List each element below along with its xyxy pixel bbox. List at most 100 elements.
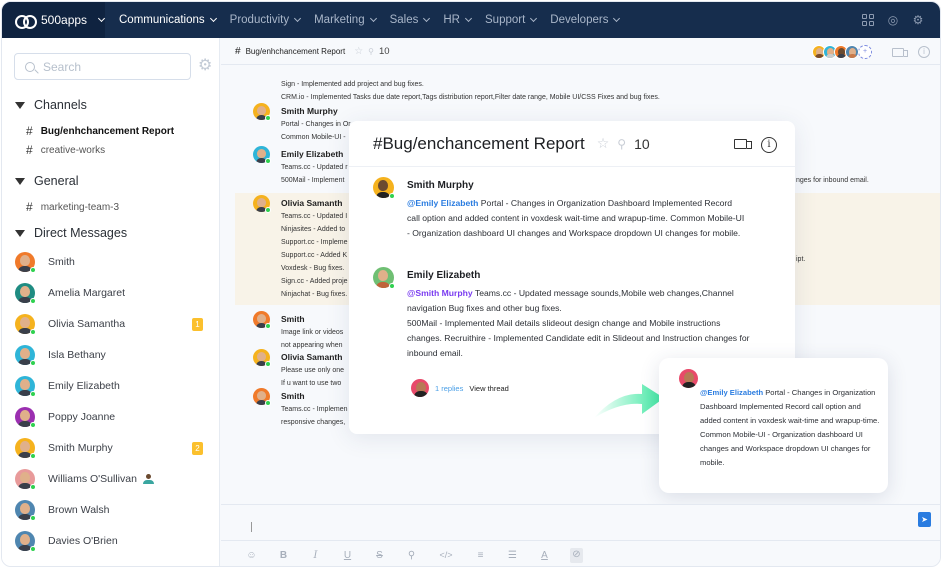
info-icon[interactable]: i [918,46,930,58]
channel-creative-works[interactable]: # creative-works [26,143,105,157]
avatar [15,500,36,521]
sender-name: Emily Elizabeth [407,270,481,281]
dm-item[interactable]: Amelia Margaret [15,282,207,304]
dm-item[interactable]: Davies O'Brien [15,530,207,552]
settings-icon[interactable]: ⚙ [912,14,924,26]
online-indicator [30,453,36,459]
chevron-down-icon [98,14,106,22]
avatar [253,103,271,121]
search-placeholder: Search [43,59,82,74]
message-body: 500Mail - Implemented Mail details slide… [407,318,750,358]
section-title: Direct Messages [34,226,128,240]
avatar [15,376,36,397]
channel-bug-enhancement-report[interactable]: # Bug/enhchancement Report [26,124,174,138]
dm-item[interactable]: Smith [15,251,207,273]
channels-section-toggle[interactable]: Channels [15,98,87,112]
avatar [15,252,36,273]
hash-icon: # [235,45,241,57]
replies-count[interactable]: 1 replies [435,384,463,393]
general-section-toggle[interactable]: General [15,174,78,188]
avatar [373,177,395,199]
dm-item[interactable]: Isla Bethany [15,344,207,366]
nav-communications[interactable]: Communications [119,14,217,26]
underline-icon[interactable]: U [341,549,354,562]
thread-reply-popout: @Emily Elizabeth Portal - Changes in Org… [659,358,888,493]
dm-item[interactable]: Poppy Joanne [15,406,207,428]
brand-switcher[interactable]: 500apps [2,2,106,38]
nav-marketing[interactable]: Marketing [314,14,377,26]
chevron-down-icon [464,14,473,22]
search-input[interactable]: Search [14,53,191,80]
sidebar-settings-icon[interactable]: ⚙ [198,58,212,74]
italic-icon[interactable]: I [309,549,322,562]
member-avatar [845,45,859,59]
dm-item[interactable]: Olivia Samantha 1 [15,313,207,335]
pin-icon[interactable]: ⚲ [368,47,374,56]
nav-productivity[interactable]: Productivity [230,14,302,26]
caret-down-icon [15,177,25,185]
nav-developers[interactable]: Developers [550,14,621,26]
avatar [253,388,271,406]
send-button[interactable]: ➤ [918,512,931,527]
video-call-icon[interactable] [734,139,752,149]
apps-grid-icon[interactable] [862,14,874,26]
support-icon[interactable]: ◎ [887,14,899,26]
channel-marketing-team-3[interactable]: # marketing-team-3 [26,200,119,214]
emoji-icon[interactable]: ☺ [245,549,258,562]
nav-hr[interactable]: HR [443,14,473,26]
online-indicator [30,391,36,397]
view-thread-link[interactable]: View thread [469,384,508,393]
pin-icon[interactable]: ⚲ [617,137,626,151]
message-line: Sign - Implemented add project and bug f… [281,81,424,88]
code-icon[interactable]: </> [437,549,455,562]
star-icon[interactable]: ☆ [354,46,363,57]
channel-members[interactable]: + [812,45,872,59]
avatar [15,531,36,552]
video-call-icon[interactable] [892,48,908,57]
direct-messages-section-toggle[interactable]: Direct Messages [15,226,127,240]
bold-icon[interactable]: B [277,549,290,562]
message-line: Ninjasites - Added to [281,226,346,233]
star-icon[interactable]: ☆ [597,135,610,152]
dm-name: Poppy Joanne [48,411,116,423]
dm-name: Brown Walsh [48,504,110,516]
add-member-icon[interactable]: + [858,45,872,59]
message-line: Support.cc - Added K [281,252,348,259]
text-color-icon[interactable]: A [538,549,551,562]
attachment-icon[interactable]: ⊘ [570,547,583,563]
reply-text: @Emily Elizabeth Portal - Changes in Org… [700,386,880,470]
dm-name: Isla Bethany [48,349,106,361]
dm-item[interactable]: Brown Walsh [15,499,207,521]
online-indicator [30,267,36,273]
dm-item[interactable]: Williams O'Sullivan [15,468,207,490]
ordered-list-icon[interactable]: ≡ [474,549,487,562]
chevron-down-icon [613,14,621,22]
dm-item[interactable]: Emily Elizabeth [15,375,207,397]
chevron-down-icon [209,14,217,22]
message-line: Portal - Changes in Or [281,121,351,128]
online-indicator [30,546,36,552]
nav-sales[interactable]: Sales [389,14,431,26]
mention[interactable]: @Smith Murphy [407,288,473,298]
strikethrough-icon[interactable]: S [373,549,386,562]
message-line: 500Mail - Implement [281,177,345,184]
bullet-list-icon[interactable]: ☰ [506,549,519,562]
dm-item[interactable]: Smith Murphy 2 [15,437,207,459]
thread-link[interactable]: 1 replies View thread [411,379,509,397]
avatar [253,195,271,213]
card-title: #Bug/enchancement Report [373,133,585,153]
nav-support[interactable]: Support [485,14,538,26]
info-icon[interactable]: i [761,137,777,153]
online-indicator [30,298,36,304]
mention[interactable]: @Emily Elizabeth [407,198,478,208]
link-icon[interactable]: ⚲ [405,549,418,562]
mention[interactable]: @Emily Elizabeth [700,388,763,397]
chevron-down-icon [294,14,302,22]
message-line: Teams.cc - Updated r [281,164,348,171]
nav-label: Sales [389,14,419,26]
card-header: #Bug/enchancement Report ☆ ⚲ 10 [349,121,795,167]
message-input[interactable] [221,505,940,540]
message-line: Support.cc - Impleme [281,239,348,246]
section-title: Channels [34,98,87,112]
reply-body: Common Mobile-UI - Organization dashboar… [700,430,871,467]
